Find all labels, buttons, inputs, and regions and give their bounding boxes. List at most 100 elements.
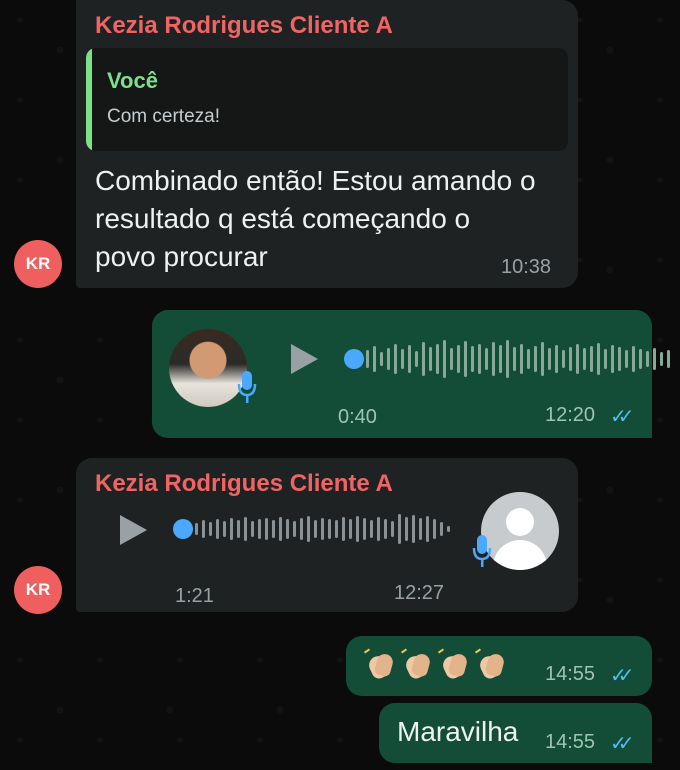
waveform-bar — [450, 348, 453, 370]
waveform-bar — [667, 350, 670, 368]
outgoing-voice-message[interactable]: 0:40 12:20 ✓✓ — [152, 310, 670, 438]
waveform-bar — [513, 347, 516, 371]
waveform-bar — [426, 516, 429, 542]
message-time: 14:55 — [545, 731, 596, 753]
quote-author: Você — [107, 68, 158, 93]
sender-name[interactable]: Kezia Rodrigues Cliente A — [95, 470, 393, 498]
waveform-bar — [660, 352, 663, 366]
waveform-bar — [391, 521, 394, 537]
waveform-bar — [366, 350, 369, 368]
avatar[interactable]: KR — [14, 566, 62, 614]
waveform-bar — [384, 519, 387, 539]
waveform-bar — [506, 340, 509, 378]
waveform-bar — [223, 521, 226, 537]
waveform-bar — [471, 346, 474, 372]
message-time: 10:38 — [501, 256, 552, 278]
read-ticks-icon: ✓✓ — [610, 665, 634, 687]
default-avatar-icon — [481, 492, 559, 570]
waveform-bar — [335, 520, 338, 538]
waveform-bar — [328, 519, 331, 539]
waveform-bar — [541, 342, 544, 376]
message-line-1: Combinado então! Estou amando o — [95, 165, 536, 196]
waveform-bar — [464, 341, 467, 377]
waveform-bar — [604, 349, 607, 369]
clapping-hands-emoji — [437, 648, 470, 680]
waveform-bar — [534, 346, 537, 372]
playback-position-dot[interactable] — [344, 349, 364, 369]
waveform-bar — [401, 349, 404, 369]
waveform-bar — [363, 518, 366, 540]
voice-duration: 0:40 — [338, 406, 377, 428]
waveform-bar — [415, 351, 418, 367]
waveform-bar — [258, 519, 261, 539]
waveform-bar — [576, 344, 579, 374]
waveform-bar — [272, 520, 275, 538]
waveform-bar — [632, 346, 635, 372]
waveform-bar — [349, 519, 352, 539]
waveform-bar — [244, 517, 247, 541]
waveform-bar — [373, 346, 376, 372]
waveform-bar — [286, 519, 289, 539]
message-time: 12:20 — [545, 404, 596, 426]
waveform-bar — [492, 342, 495, 376]
waveform-bar — [625, 350, 628, 368]
waveform-bar — [597, 343, 600, 375]
waveform-bar — [387, 348, 390, 370]
waveform-bar — [436, 344, 439, 374]
message-text: Maravilha — [397, 716, 519, 747]
waveform-bar — [590, 346, 593, 372]
waveform-bar — [611, 345, 614, 373]
waveform-bar — [370, 520, 373, 538]
waveform-bar — [279, 517, 282, 541]
avatar[interactable]: KR — [14, 240, 62, 288]
waveform-bar — [237, 520, 240, 538]
incoming-message-1[interactable]: Kezia Rodrigues Cliente A Você Com certe… — [76, 0, 578, 288]
waveform-bar — [457, 345, 460, 373]
message-line-2: resultado q está começando o — [95, 203, 471, 234]
play-button[interactable] — [120, 515, 147, 545]
message-time: 14:55 — [545, 663, 596, 685]
waveform-bar — [419, 518, 422, 540]
quoted-message[interactable]: Você Com certeza! — [86, 48, 568, 151]
microphone-icon — [237, 371, 257, 403]
sender-name[interactable]: Kezia Rodrigues Cliente A — [95, 12, 393, 40]
waveform-bar — [394, 344, 397, 374]
voice-duration: 1:21 — [175, 585, 214, 607]
play-button[interactable] — [291, 344, 318, 374]
waveform-bar — [447, 526, 450, 532]
read-ticks-icon: ✓✓ — [610, 733, 634, 755]
incoming-voice-message[interactable]: Kezia Rodrigues Cliente A 1:21 12:27 — [76, 458, 578, 612]
clapping-hands-emoji — [400, 648, 433, 680]
waveform-bar — [314, 520, 317, 538]
waveform-bar — [300, 518, 303, 540]
waveform-bar — [562, 350, 565, 368]
waveform-bar — [408, 345, 411, 373]
voice-waveform[interactable] — [195, 509, 450, 549]
waveform-bar — [520, 344, 523, 374]
waveform-bar — [653, 348, 656, 370]
waveform-bar — [583, 348, 586, 370]
microphone-icon — [472, 535, 492, 567]
waveform-bar — [230, 518, 233, 540]
waveform-bar — [412, 515, 415, 543]
waveform-bar — [422, 342, 425, 376]
waveform-bar — [639, 349, 642, 369]
waveform-bar — [209, 522, 212, 536]
message-time: 12:27 — [394, 582, 445, 604]
waveform-bar — [202, 520, 205, 538]
clapping-hands-emojis — [363, 648, 512, 688]
playback-position-dot[interactable] — [173, 519, 193, 539]
waveform-bar — [555, 345, 558, 373]
waveform-bar — [307, 516, 310, 542]
waveform-bar — [342, 517, 345, 541]
outgoing-emoji-message[interactable]: 14:55 ✓✓ — [346, 636, 652, 696]
quote-accent-bar — [86, 48, 92, 151]
waveform-bar — [443, 340, 446, 378]
clapping-hands-emoji — [474, 648, 507, 680]
waveform-bar — [380, 352, 383, 366]
waveform-bar — [499, 345, 502, 373]
voice-waveform[interactable] — [366, 339, 670, 379]
waveform-bar — [251, 521, 254, 537]
waveform-bar — [618, 347, 621, 371]
outgoing-text-message[interactable]: Maravilha 14:55 ✓✓ — [379, 703, 652, 763]
